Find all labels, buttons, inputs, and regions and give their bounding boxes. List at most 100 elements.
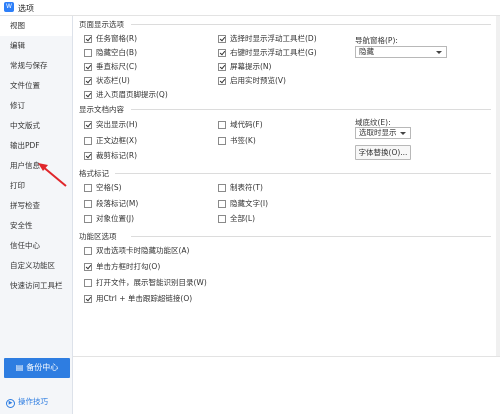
checkbox-spaces[interactable]: 空格(S) xyxy=(84,182,122,193)
doc-content-title: 显示文档内容 xyxy=(79,105,124,114)
window-title: 选项 xyxy=(18,4,34,13)
checkbox-label: 突出显示(H) xyxy=(96,120,138,129)
checkbox-box[interactable] xyxy=(84,91,92,99)
checkbox-ctrl-click-hyperlink[interactable]: 用Ctrl + 单击跟踪超链接(O) xyxy=(84,293,192,304)
checkbox-box[interactable] xyxy=(84,200,92,208)
sidebar-item-view[interactable]: 视图 xyxy=(0,16,72,36)
nav-pane-value: 隐藏 xyxy=(359,47,374,56)
checkbox-box[interactable] xyxy=(218,184,226,192)
sidebar-item-quick-access-toolbar[interactable]: 快速访问工具栏 xyxy=(0,276,72,296)
group-divider xyxy=(131,109,491,110)
checkbox-label: 屏幕提示(N) xyxy=(230,62,272,71)
checkbox-box[interactable] xyxy=(84,137,92,145)
checkbox-label: 任务窗格(R) xyxy=(96,34,138,43)
checkbox-object-anchors[interactable]: 对象位置(J) xyxy=(84,213,134,224)
checkbox-vertical-ruler[interactable]: 垂直标尺(C) xyxy=(84,61,137,72)
checkbox-task-pane[interactable]: 任务窗格(R) xyxy=(84,33,137,44)
sidebar-item-edit[interactable]: 编辑 xyxy=(0,36,72,56)
font-replace-button[interactable]: 字体替换(O)... xyxy=(355,145,411,160)
checkbox-label: 用Ctrl + 单击跟踪超链接(O) xyxy=(96,294,193,303)
field-shading-select[interactable]: 选取时显示 xyxy=(355,127,411,139)
checkbox-box[interactable] xyxy=(84,77,92,85)
checkbox-box[interactable] xyxy=(84,152,92,160)
checkbox-box[interactable] xyxy=(84,247,92,255)
checkbox-text-border[interactable]: 正文边框(X) xyxy=(84,135,137,146)
checkbox-box[interactable] xyxy=(218,49,226,57)
page-display-title: 页面显示选项 xyxy=(79,20,124,29)
checkbox-box[interactable] xyxy=(84,295,92,303)
checkbox-label: 制表符(T) xyxy=(230,183,263,192)
checkbox-select-float-toolbar[interactable]: 选择时显示浮动工具栏(D) xyxy=(218,33,317,44)
scrollbar[interactable] xyxy=(496,16,500,356)
checkbox-box[interactable] xyxy=(84,215,92,223)
sidebar-item-security[interactable]: 安全性 xyxy=(0,216,72,236)
checkbox-bookmarks[interactable]: 书签(K) xyxy=(218,135,256,146)
checkbox-box[interactable] xyxy=(84,184,92,192)
checkbox-box[interactable] xyxy=(218,215,226,223)
checkbox-field-codes[interactable]: 域代码(F) xyxy=(218,119,263,130)
checkbox-box[interactable] xyxy=(218,200,226,208)
footer-divider xyxy=(73,356,500,357)
checkbox-smart-toc[interactable]: 打开文件，展示智能识别目录(W) xyxy=(84,277,207,288)
checkbox-label: 隐藏空白(B) xyxy=(96,48,137,57)
checkbox-label: 启用实时预览(V) xyxy=(230,76,286,85)
checkbox-box[interactable] xyxy=(218,121,226,129)
sidebar-item-chinese-layout[interactable]: 中文版式 xyxy=(0,116,72,136)
checkbox-dblclick-hide-ribbon[interactable]: 双击选项卡时隐藏功能区(A) xyxy=(84,245,189,256)
checkbox-box[interactable] xyxy=(84,35,92,43)
checkbox-box[interactable] xyxy=(218,77,226,85)
checkbox-header-footer-hint[interactable]: 进入页眉页脚提示(Q) xyxy=(84,89,168,100)
checkbox-hide-blank[interactable]: 隐藏空白(B) xyxy=(84,47,137,58)
app-icon: W xyxy=(4,2,14,12)
checkbox-label: 垂直标尺(C) xyxy=(96,62,138,71)
function-area-title: 功能区选项 xyxy=(79,232,117,241)
checkbox-box[interactable] xyxy=(84,279,92,287)
backup-center-label: 备份中心 xyxy=(26,363,59,372)
field-shading-value: 选取时显示 xyxy=(359,128,397,137)
checkbox-right-click-float-toolbar[interactable]: 右键时显示浮动工具栏(G) xyxy=(218,47,317,58)
checkbox-box[interactable] xyxy=(218,137,226,145)
checkbox-label: 右键时显示浮动工具栏(G) xyxy=(230,48,317,57)
title-bar: W 选项 xyxy=(0,0,500,16)
checkbox-live-preview[interactable]: 启用实时预览(V) xyxy=(218,75,286,86)
options-panel: 页面显示选项 任务窗格(R) 隐藏空白(B) 垂直标尺(C) 状态栏(U) 进入… xyxy=(73,16,500,414)
sidebar-item-trust-center[interactable]: 信任中心 xyxy=(0,236,72,256)
backup-center-button[interactable]: ▤ 备份中心 xyxy=(4,358,70,378)
sidebar: 视图 编辑 常规与保存 文件位置 修订 中文版式 输出PDF 用户信息 打印 拼… xyxy=(0,16,73,414)
checkbox-label: 双击选项卡时隐藏功能区(A) xyxy=(96,246,190,255)
checkbox-highlight[interactable]: 突出显示(H) xyxy=(84,119,138,130)
tips-link[interactable]: ▶ 操作技巧 xyxy=(6,396,48,408)
checkbox-label: 对象位置(J) xyxy=(96,214,135,223)
checkbox-status-bar[interactable]: 状态栏(U) xyxy=(84,75,130,86)
checkbox-label: 选择时显示浮动工具栏(D) xyxy=(230,34,317,43)
checkbox-screen-tips[interactable]: 屏幕提示(N) xyxy=(218,61,271,72)
checkbox-box[interactable] xyxy=(218,35,226,43)
checkbox-box[interactable] xyxy=(84,49,92,57)
checkbox-click-box-tick[interactable]: 单击方框时打勾(O) xyxy=(84,261,160,272)
nav-pane-label: 导航窗格(P): xyxy=(355,36,398,45)
sidebar-item-spell-check[interactable]: 拼写检查 xyxy=(0,196,72,216)
sidebar-item-file-location[interactable]: 文件位置 xyxy=(0,76,72,96)
checkbox-box[interactable] xyxy=(218,63,226,71)
checkbox-box[interactable] xyxy=(84,263,92,271)
checkbox-box[interactable] xyxy=(84,121,92,129)
sidebar-item-general-save[interactable]: 常规与保存 xyxy=(0,56,72,76)
checkbox-label: 进入页眉页脚提示(Q) xyxy=(96,90,168,99)
chevron-down-icon xyxy=(436,51,442,54)
tips-label: 操作技巧 xyxy=(18,397,48,406)
checkbox-label: 全部(L) xyxy=(230,214,256,223)
nav-pane-select[interactable]: 隐藏 xyxy=(355,46,447,58)
checkbox-box[interactable] xyxy=(84,63,92,71)
sidebar-item-custom-ribbon[interactable]: 自定义功能区 xyxy=(0,256,72,276)
checkbox-hidden-text[interactable]: 隐藏文字(I) xyxy=(218,198,268,209)
sidebar-item-export-pdf[interactable]: 输出PDF xyxy=(0,136,72,156)
chevron-down-icon xyxy=(400,132,406,135)
checkbox-label: 正文边框(X) xyxy=(96,136,137,145)
checkbox-label: 段落标记(M) xyxy=(96,199,139,208)
sidebar-item-revision[interactable]: 修订 xyxy=(0,96,72,116)
checkbox-all-marks[interactable]: 全部(L) xyxy=(218,213,255,224)
checkbox-tab-chars[interactable]: 制表符(T) xyxy=(218,182,263,193)
checkbox-paragraph-marks[interactable]: 段落标记(M) xyxy=(84,198,138,209)
checkbox-crop-marks[interactable]: 裁剪标记(R) xyxy=(84,150,137,161)
backup-icon: ▤ xyxy=(15,363,24,372)
